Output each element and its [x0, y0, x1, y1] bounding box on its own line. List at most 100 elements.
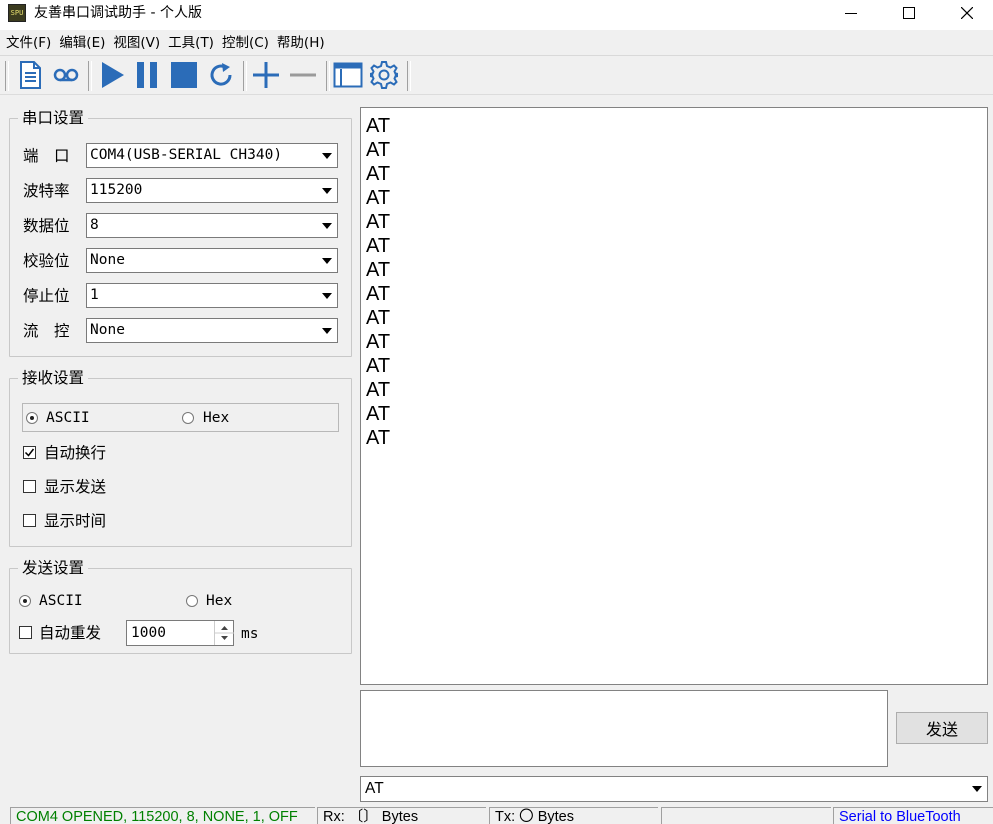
new-document-icon	[20, 61, 41, 89]
flow-control-select[interactable]: None	[86, 318, 338, 343]
show-send-checkbox[interactable]	[23, 480, 36, 493]
toolbar-separator	[88, 61, 92, 91]
chevron-down-icon[interactable]	[318, 250, 336, 271]
receive-line: AT	[366, 403, 391, 425]
chevron-down-icon[interactable]	[318, 145, 336, 166]
flow-control-label: 流 控	[23, 322, 70, 340]
start-button[interactable]	[96, 59, 128, 91]
minus-icon	[290, 73, 316, 77]
new-document-button[interactable]	[14, 59, 46, 91]
parity-value: None	[90, 252, 125, 268]
receive-line: AT	[366, 139, 391, 161]
menu-control[interactable]: 控制(C)	[220, 30, 275, 56]
menu-bar: 文件(F) 编辑(E) 视图(V) 工具(T) 控制(C) 帮助(H)	[0, 30, 993, 56]
show-time-checkbox[interactable]	[23, 514, 36, 527]
gear-icon	[370, 61, 398, 89]
command-select[interactable]: AT	[360, 776, 988, 802]
window-icon	[333, 62, 363, 88]
add-button[interactable]	[250, 59, 282, 91]
auto-resend-label: 自动重发	[39, 624, 102, 642]
receive-hex-radio[interactable]	[182, 412, 194, 424]
status-bluetooth-link[interactable]: Serial to BlueTooth	[833, 807, 993, 824]
auto-resend-checkbox[interactable]	[19, 626, 32, 639]
data-bits-label: 数据位	[23, 217, 70, 235]
resend-interval-unit: ms	[241, 626, 259, 642]
chevron-down-icon[interactable]	[318, 215, 336, 236]
baud-rate-label: 波特率	[23, 182, 70, 200]
receive-line: AT	[366, 235, 391, 257]
minimize-button[interactable]	[822, 0, 880, 26]
menu-view[interactable]: 视图(V)	[111, 30, 166, 56]
receive-line: AT	[366, 163, 391, 185]
refresh-icon	[210, 63, 232, 86]
spin-arrows-icon	[215, 626, 234, 640]
stop-bits-label: 停止位	[23, 287, 70, 305]
receive-ascii-label: ASCII	[46, 410, 90, 426]
receive-hex-label: Hex	[203, 410, 230, 426]
data-bits-value: 8	[90, 217, 99, 233]
voicemail-icon	[53, 68, 79, 82]
menu-file[interactable]: 文件(F)	[4, 30, 57, 56]
receive-line: AT	[366, 187, 391, 209]
settings-button[interactable]	[368, 59, 400, 91]
receive-line: AT	[366, 355, 391, 377]
stop-button[interactable]	[168, 59, 200, 91]
close-button[interactable]	[938, 0, 993, 26]
receive-line: AT	[366, 211, 391, 233]
plus-icon	[253, 62, 279, 88]
toolbar-separator	[243, 61, 247, 91]
toolbar-separator	[326, 61, 330, 91]
remove-button[interactable]	[287, 59, 319, 91]
maximize-icon	[903, 7, 915, 19]
menu-edit[interactable]: 编辑(E)	[57, 30, 111, 56]
pause-icon	[137, 62, 157, 88]
auto-wrap-checkbox[interactable]	[23, 446, 36, 459]
chevron-down-icon[interactable]	[318, 180, 336, 201]
serial-settings-title: 串口设置	[18, 109, 89, 127]
stop-bits-select[interactable]: 1	[86, 283, 338, 308]
chevron-down-icon[interactable]	[318, 320, 336, 341]
menu-help[interactable]: 帮助(H)	[275, 30, 331, 56]
maximize-button[interactable]	[880, 0, 938, 26]
receive-line: AT	[366, 259, 391, 281]
parity-select[interactable]: None	[86, 248, 338, 273]
receive-text-area[interactable]: AT AT AT AT AT AT AT AT AT AT AT AT AT A…	[360, 107, 988, 685]
send-button[interactable]: 发送	[896, 712, 988, 744]
spin-buttons[interactable]	[214, 621, 234, 645]
send-settings-title: 发送设置	[18, 559, 89, 577]
send-ascii-radio[interactable]	[19, 595, 31, 607]
receive-line: AT	[366, 379, 391, 401]
toolbar	[0, 57, 993, 95]
toolbar-grip	[5, 61, 9, 91]
send-hex-label: Hex	[206, 593, 233, 609]
chevron-down-icon[interactable]	[968, 779, 986, 799]
play-icon	[102, 62, 124, 88]
baud-rate-select[interactable]: 115200	[86, 178, 338, 203]
flow-control-value: None	[90, 322, 125, 338]
refresh-button[interactable]	[205, 59, 237, 91]
window-button[interactable]	[332, 59, 364, 91]
receive-line: AT	[366, 307, 391, 329]
pause-button[interactable]	[131, 59, 163, 91]
show-send-label: 显示发送	[44, 478, 107, 496]
parity-label: 校验位	[23, 252, 70, 270]
send-ascii-label: ASCII	[39, 593, 83, 609]
send-text-area[interactable]	[360, 690, 888, 767]
close-icon	[961, 7, 973, 19]
auto-wrap-label: 自动换行	[44, 444, 107, 462]
baud-rate-value: 115200	[90, 182, 143, 198]
receive-line: AT	[366, 331, 391, 353]
receive-line: AT	[366, 427, 391, 449]
menu-tools[interactable]: 工具(T)	[166, 30, 220, 56]
send-hex-radio[interactable]	[186, 595, 198, 607]
resend-interval-spinbox[interactable]: 1000	[126, 620, 234, 646]
app-icon: SPU	[8, 4, 26, 22]
receive-settings-title: 接收设置	[18, 369, 89, 387]
data-bits-select[interactable]: 8	[86, 213, 338, 238]
chevron-down-icon[interactable]	[318, 285, 336, 306]
status-rx: Rx: 〔〕 Bytes	[317, 807, 486, 824]
record-button[interactable]	[50, 59, 82, 91]
port-select[interactable]: COM4(USB-SERIAL CH340)	[86, 143, 338, 168]
port-value: COM4(USB-SERIAL CH340)	[90, 147, 283, 163]
receive-ascii-radio[interactable]	[26, 412, 38, 424]
